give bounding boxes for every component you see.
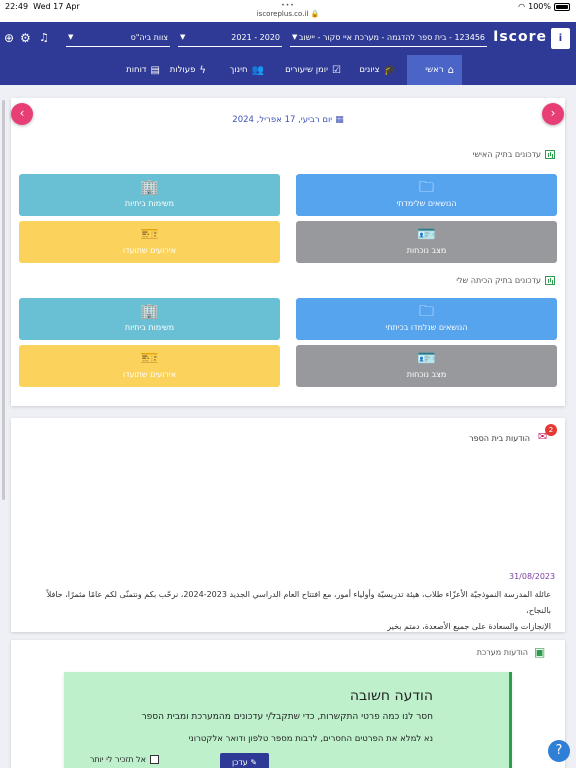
users-icon: 👥 (251, 64, 264, 76)
class-updates-title: עדכונים בתיק הכיתה שלי (456, 276, 555, 285)
tile-events[interactable]: 🎫 אירועים שתועדו (19, 221, 280, 263)
question-icon: ? (555, 743, 563, 758)
tile-taught-topics[interactable]: 🗀 הנושאים שלימדתי (296, 174, 557, 216)
nav-grades[interactable]: 🎓 ציונים (351, 55, 404, 85)
message-date: 31/08/2023 (509, 572, 556, 581)
tile-homework[interactable]: 🏢 משימות ביתיות (19, 174, 280, 216)
notice-line-1: חסר לנו כמה פרטי התקשרות, כדי שתקבל/י עד… (141, 712, 433, 722)
checkbox-icon (150, 755, 159, 764)
chart-icon (545, 276, 555, 285)
url-label[interactable]: iscoreplus.co.il 🔒 (0, 10, 576, 18)
calendar-icon: ▦ (335, 115, 344, 125)
main-nav: ⌂ ראשי 🎓 ציונים ☑ יומן שיעורים 👥 חינוך ϟ פעול… (0, 55, 576, 85)
unread-badge: 2 (545, 424, 557, 436)
nav-home[interactable]: ⌂ ראשי (407, 55, 462, 85)
school-select[interactable]: 123456 - בית ספר להדגמה - מערכת איי סקור… (290, 30, 487, 47)
bell-icon[interactable]: ♫ (39, 31, 49, 44)
year-select[interactable]: 2020 - 2021 ▼ (178, 30, 282, 47)
school-messages-title: הודעות בית הספר (469, 434, 530, 443)
dont-remind-checkbox[interactable]: אל תזכיר לי יותר (90, 755, 159, 764)
building-icon: 🏢 (140, 178, 159, 196)
notice-line-2: נא למלא את הפרטים החסרים, לרבות מספר טלפ… (188, 734, 433, 744)
tile-class-events[interactable]: 🎫 אירועים שתועדו (19, 345, 280, 387)
globe-icon[interactable]: ⊕ (4, 31, 14, 45)
battery-icon (554, 2, 570, 11)
building-icon: 🏢 (140, 302, 159, 320)
update-button[interactable]: ✎ עדכן (220, 753, 269, 768)
scrollbar[interactable] (2, 100, 5, 500)
chevron-down-icon: ▼ (180, 33, 186, 41)
id-card-icon: ▣ (534, 645, 546, 659)
tile-class-topics[interactable]: 🗀 הנושאים שנלמדו בכיתתי (296, 298, 557, 340)
chevron-down-icon: ▼ (68, 33, 74, 41)
nav-education[interactable]: 👥 חינוך (222, 55, 272, 85)
folder-icon: 🗀 (418, 178, 434, 196)
battery-percent: 100% (528, 2, 551, 11)
bolt-icon: ϟ (199, 64, 206, 76)
ios-status-bar: 22:49 Wed 17 Apr ••• iscoreplus.co.il 🔒 … (0, 0, 576, 22)
tab-dots: ••• (281, 2, 295, 9)
wifi-icon: ◠ (518, 2, 526, 11)
nav-actions[interactable]: ϟ פעולות (162, 55, 214, 85)
id-card-icon: 🪪 (417, 349, 436, 367)
app-header: ⊕ ⚙ ♫ צוות ביה"ס ▼ 2020 - 2021 ▼ 123456 - … (0, 22, 576, 55)
chevron-down-icon: ▼ (292, 33, 298, 41)
system-messages-title: הודעות מערכת (476, 648, 528, 657)
chart-icon (545, 150, 555, 159)
tile-class-attendance[interactable]: 🪪 מצב נוכחות (296, 345, 557, 387)
nav-lesson-journal[interactable]: ☑ יומן שיעורים (277, 55, 349, 85)
nav-reports[interactable]: ▤ דוחות (118, 55, 168, 85)
edit-icon: ✎ (250, 758, 258, 767)
message-body: عائلة المدرسة النموذجيّة الأعزّاء طلاب، … (46, 590, 551, 631)
tile-attendance[interactable]: 🪪 מצב נוכחות (296, 221, 557, 263)
status-right: ◠ 100% (518, 2, 570, 11)
ticket-icon: 🎫 (140, 225, 159, 243)
menu-button[interactable]: i (551, 28, 570, 49)
notice-title: הודעה חשובה (349, 688, 433, 704)
folder-icon: 🗀 (418, 302, 434, 320)
personal-updates-title: עדכונים בתיק האישי (473, 150, 555, 159)
id-card-icon: 🪪 (417, 225, 436, 243)
ticket-icon: 🎫 (140, 349, 159, 367)
home-icon: ⌂ (447, 64, 454, 76)
current-date: ▦יום רביעי, 17 אפריל, 2024 (232, 115, 344, 125)
app-logo-text: Iscore (493, 29, 547, 45)
help-button[interactable]: ? (548, 740, 570, 762)
staff-select[interactable]: צוות ביה"ס ▼ (66, 30, 170, 47)
report-icon: ▤ (150, 64, 160, 76)
tile-class-homework[interactable]: 🏢 משימות ביתיות (19, 298, 280, 340)
important-notice: הודעה חשובה חסר לנו כמה פרטי התקשרות, כד… (64, 672, 512, 768)
calendar-check-icon: ☑ (332, 64, 341, 76)
graduation-cap-icon: 🎓 (383, 64, 396, 76)
gear-icon[interactable]: ⚙ (20, 31, 31, 45)
